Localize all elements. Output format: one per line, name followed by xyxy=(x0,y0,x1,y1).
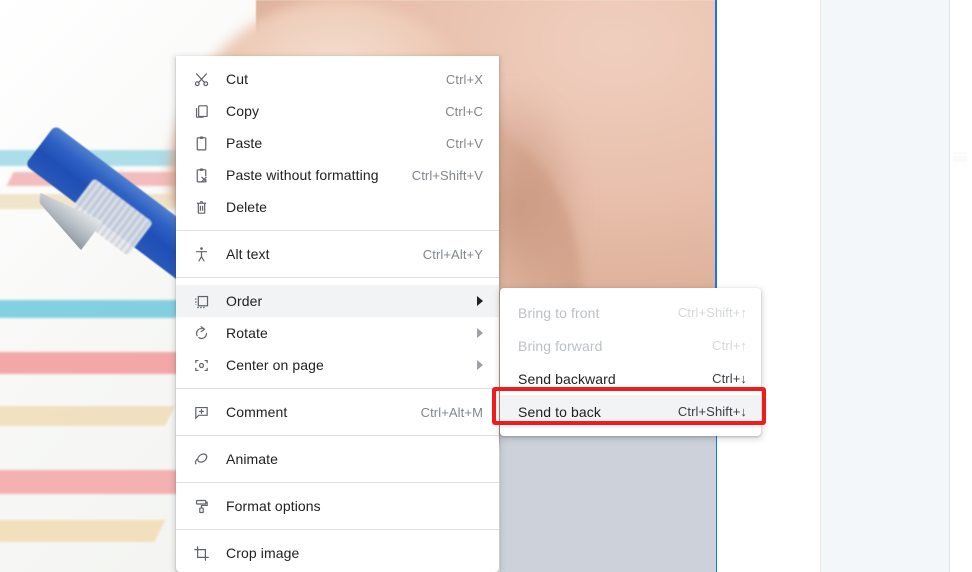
image-context-menu[interactable]: Cut Ctrl+X Copy Ctrl+C Paste Ctrl+V Past… xyxy=(176,56,499,572)
alt-text-icon xyxy=(190,244,212,264)
menu-separator xyxy=(176,482,499,483)
copy-icon xyxy=(190,101,212,121)
menu-item-label: Paste without formatting xyxy=(226,167,379,183)
menu-item-label: Delete xyxy=(226,199,268,215)
animate-icon xyxy=(190,449,212,469)
crop-image-icon xyxy=(190,543,212,563)
menu-group-clipboard: Cut Ctrl+X Copy Ctrl+C Paste Ctrl+V Past… xyxy=(176,63,499,223)
menu-item-format-options[interactable]: Format options xyxy=(176,490,499,522)
menu-separator xyxy=(176,388,499,389)
menu-item-animate[interactable]: Animate xyxy=(176,443,499,475)
submenu-item-bring-forward[interactable]: Bring forward Ctrl+↑ xyxy=(500,329,761,362)
photo-chart-bar xyxy=(0,300,185,318)
menu-group-arrange: Order Rotate Center on page xyxy=(176,285,499,381)
delete-icon xyxy=(190,197,212,217)
menu-item-label: Crop image xyxy=(226,545,300,561)
menu-item-accelerator: Ctrl+Alt+Y xyxy=(422,246,483,262)
chevron-right-icon xyxy=(477,328,483,338)
menu-item-delete[interactable]: Delete xyxy=(176,191,499,223)
menu-item-accelerator: Ctrl+V xyxy=(445,135,483,151)
submenu-item-send-to-back[interactable]: Send to back Ctrl+Shift+↓ xyxy=(500,395,761,428)
rotate-icon xyxy=(190,323,212,343)
order-icon xyxy=(190,291,212,311)
menu-item-crop-image[interactable]: Crop image xyxy=(176,537,499,569)
menu-separator xyxy=(176,435,499,436)
menu-item-paste-without-formatting[interactable]: Paste without formatting Ctrl+Shift+V xyxy=(176,159,499,191)
menu-group-alt-text: Alt text Ctrl+Alt+Y xyxy=(176,238,499,270)
submenu-item-bring-to-front[interactable]: Bring to front Ctrl+Shift+↑ xyxy=(500,296,761,329)
chevron-right-icon xyxy=(477,360,483,370)
side-pane-lines-icon xyxy=(953,152,967,162)
menu-group-crop: Crop image xyxy=(176,537,499,569)
menu-item-label: Center on page xyxy=(226,357,324,373)
chevron-right-icon xyxy=(477,296,483,306)
submenu-item-accelerator: Ctrl+↓ xyxy=(712,371,747,386)
submenu-item-accelerator: Ctrl+↑ xyxy=(712,338,747,353)
photo-chart-bar xyxy=(0,406,175,426)
menu-group-animate: Animate xyxy=(176,443,499,475)
menu-item-accelerator: Ctrl+Alt+M xyxy=(420,404,483,420)
side-pane[interactable] xyxy=(820,0,950,572)
paste-icon xyxy=(190,133,212,153)
format-options-icon xyxy=(190,496,212,516)
menu-item-accelerator: Ctrl+Shift+V xyxy=(411,167,483,183)
menu-item-label: Paste xyxy=(226,135,263,151)
comment-icon xyxy=(190,402,212,422)
submenu-item-label: Send backward xyxy=(518,370,616,387)
menu-item-label: Cut xyxy=(226,71,249,87)
menu-item-alt-text[interactable]: Alt text Ctrl+Alt+Y xyxy=(176,238,499,270)
menu-item-label: Order xyxy=(226,293,263,309)
menu-item-accelerator: Ctrl+X xyxy=(445,71,483,87)
menu-item-cut[interactable]: Cut Ctrl+X xyxy=(176,63,499,95)
submenu-item-label: Bring forward xyxy=(518,337,603,354)
submenu-item-label: Send to back xyxy=(518,403,601,420)
side-pane-outer xyxy=(951,0,972,572)
menu-item-label: Comment xyxy=(226,404,288,420)
submenu-item-send-backward[interactable]: Send backward Ctrl+↓ xyxy=(500,362,761,395)
menu-item-center-on-page[interactable]: Center on page xyxy=(176,349,499,381)
center-on-page-icon xyxy=(190,355,212,375)
menu-item-rotate[interactable]: Rotate xyxy=(176,317,499,349)
menu-item-label: Format options xyxy=(226,498,321,514)
paste-without-formatting-icon xyxy=(190,165,212,185)
menu-group-format: Format options xyxy=(176,490,499,522)
menu-item-accelerator: Ctrl+C xyxy=(445,103,483,119)
menu-separator xyxy=(176,529,499,530)
menu-item-label: Copy xyxy=(226,103,260,119)
submenu-item-accelerator: Ctrl+Shift+↓ xyxy=(677,404,747,419)
menu-item-label: Animate xyxy=(226,451,279,467)
menu-item-copy[interactable]: Copy Ctrl+C xyxy=(176,95,499,127)
gray-rectangle-shape[interactable] xyxy=(500,430,716,572)
menu-separator xyxy=(176,230,499,231)
order-submenu[interactable]: Bring to front Ctrl+Shift+↑ Bring forwar… xyxy=(500,288,761,436)
menu-item-label: Alt text xyxy=(226,246,270,262)
menu-group-comment: Comment Ctrl+Alt+M xyxy=(176,396,499,428)
submenu-item-accelerator: Ctrl+Shift+↑ xyxy=(677,305,747,320)
menu-separator xyxy=(176,277,499,278)
photo-chart-bar xyxy=(0,520,166,542)
menu-item-order[interactable]: Order xyxy=(176,285,499,317)
menu-item-comment[interactable]: Comment Ctrl+Alt+M xyxy=(176,396,499,428)
menu-item-label: Rotate xyxy=(226,325,268,341)
cut-icon xyxy=(190,69,212,89)
menu-item-paste[interactable]: Paste Ctrl+V xyxy=(176,127,499,159)
screen: Cut Ctrl+X Copy Ctrl+C Paste Ctrl+V Past… xyxy=(0,0,972,572)
submenu-item-label: Bring to front xyxy=(518,304,600,321)
